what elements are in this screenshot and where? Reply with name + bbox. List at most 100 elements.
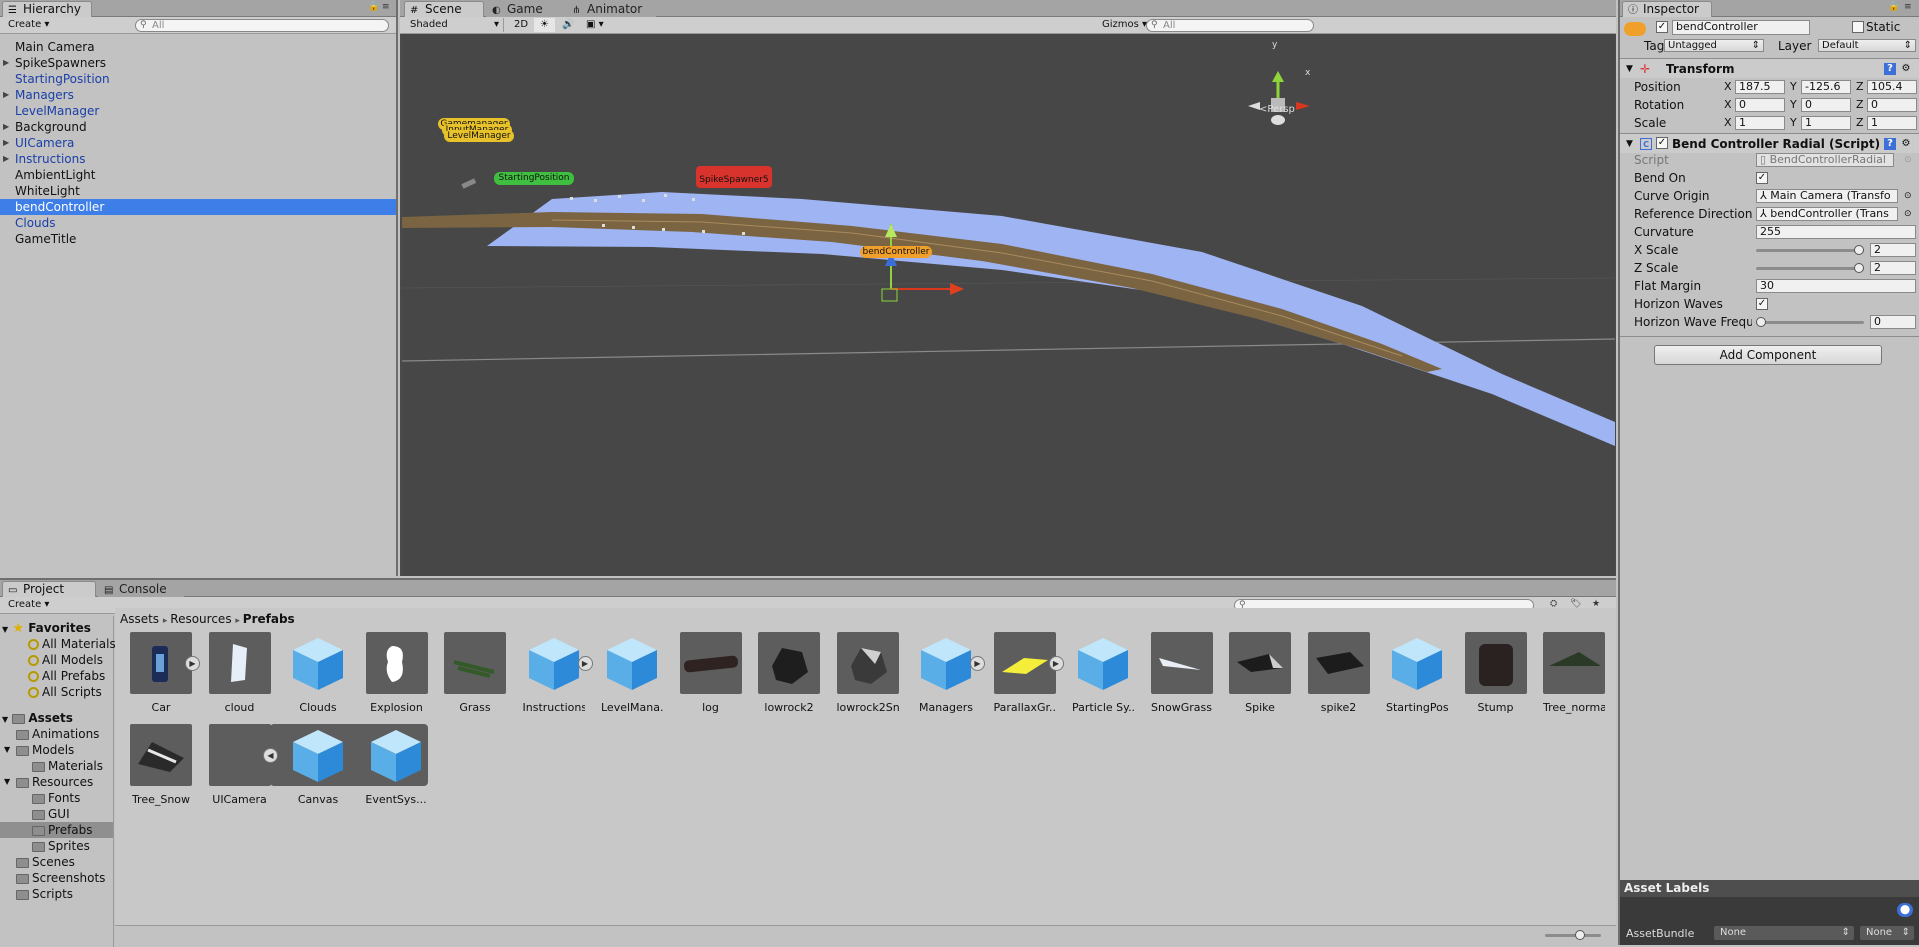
expand-arrow-icon[interactable]: ▶ (3, 151, 9, 167)
rotation-x-field[interactable]: 0 (1735, 98, 1785, 112)
lock-icon[interactable]: 🔒 (368, 2, 379, 12)
xscale-slider-knob[interactable] (1854, 245, 1864, 255)
tab-scene[interactable]: # Scene (404, 1, 484, 17)
breadcrumb-resources[interactable]: Resources (170, 612, 231, 626)
asset-item[interactable]: UICamera (208, 724, 271, 806)
expand-arrow-icon[interactable]: ▶ (3, 55, 9, 71)
gear-icon[interactable]: ⚙ (1900, 63, 1912, 75)
hierarchy-item[interactable]: StartingPosition (0, 71, 396, 87)
scene-viewport[interactable]: Gamemanager InputManager LevelManager St… (402, 34, 1615, 576)
favorite-item[interactable]: All Models (28, 652, 103, 668)
scale-z-field[interactable]: 1 (1867, 116, 1917, 130)
tab-animator[interactable]: ⋔ Animator (566, 1, 656, 17)
gizmos-dropdown[interactable]: Gizmos ▾ (1096, 18, 1153, 32)
position-x-field[interactable]: 187.5 (1735, 80, 1785, 94)
lighting-toggle-icon[interactable]: ☀ (534, 18, 555, 32)
asset-item[interactable]: LevelMana... (601, 632, 663, 714)
asset-item[interactable]: cloud (208, 632, 271, 714)
breadcrumb-assets[interactable]: Assets (120, 612, 159, 626)
asset-item[interactable]: ParallaxGr... (993, 632, 1056, 714)
asset-item[interactable]: Tree_Snow (130, 724, 192, 806)
horizon-waves-checkbox[interactable]: ✓ (1756, 298, 1768, 310)
asset-item[interactable]: spike2 (1307, 632, 1370, 714)
asset-item[interactable]: Spike (1229, 632, 1291, 714)
asset-item[interactable]: Grass (444, 632, 506, 714)
hierarchy-item[interactable]: AmbientLight (0, 167, 396, 183)
hierarchy-item[interactable]: ▶ Instructions (0, 151, 396, 167)
flat-margin-field[interactable]: 30 (1756, 279, 1916, 293)
tag-dropdown[interactable]: Untagged ⇕ (1664, 39, 1764, 52)
asset-item[interactable]: Explosion (365, 632, 428, 714)
expand-prefab-icon[interactable]: ▶ (185, 656, 200, 671)
hierarchy-item[interactable]: ▶ Managers (0, 87, 396, 103)
asset-item[interactable]: Canvas (287, 724, 349, 806)
position-z-field[interactable]: 105.4 (1867, 80, 1917, 94)
assets-root[interactable]: ▼ Assets (2, 710, 73, 726)
folder-item[interactable]: Prefabs (0, 822, 113, 838)
foldout-arrow-icon[interactable]: ▼ (4, 774, 10, 790)
asset-bundle-dropdown[interactable]: None ⇕ (1714, 926, 1854, 940)
folder-item[interactable]: ▼ Models (0, 742, 113, 758)
tab-inspector[interactable]: ⓘ Inspector (1622, 1, 1712, 17)
folder-item[interactable]: Scenes (0, 854, 113, 870)
asset-item[interactable]: Clouds (287, 632, 349, 714)
expand-arrow-icon[interactable]: ▶ (3, 87, 9, 103)
tag-icon[interactable]: ⬤ (1897, 903, 1913, 917)
reference-direction-field[interactable]: ⅄ bendController (Trans (1756, 207, 1898, 221)
lock-icon[interactable]: 🔒 (1888, 2, 1899, 12)
create-dropdown[interactable]: Create ▾ (2, 18, 55, 32)
create-dropdown[interactable]: Create ▾ (2, 598, 55, 612)
persp-toggle[interactable]: <Persp (1259, 104, 1295, 115)
layer-dropdown[interactable]: Default ⇕ (1818, 39, 1916, 52)
tab-project[interactable]: ▭ Project (2, 581, 96, 597)
panel-menu-icon[interactable]: ≡ (1904, 2, 1912, 12)
curve-origin-field[interactable]: ⅄ Main Camera (Transfo (1756, 189, 1898, 203)
favorite-item[interactable]: All Materials (28, 636, 116, 652)
shading-dropdown[interactable]: Shaded ▾ (404, 18, 504, 32)
xscale-slider[interactable] (1756, 245, 1864, 255)
object-name-field[interactable]: bendController (1672, 20, 1810, 35)
scale-x-field[interactable]: 1 (1735, 116, 1785, 130)
bend-controller-header[interactable]: ▼ C ✓ Bend Controller Radial (Script) ? … (1620, 133, 1919, 153)
object-picker-icon[interactable]: ⊙ (1904, 187, 1912, 205)
breadcrumb-prefabs[interactable]: Prefabs (243, 612, 295, 626)
bendcontroller-label[interactable]: bendController (860, 246, 932, 258)
zscale-slider[interactable] (1756, 263, 1864, 273)
folder-item[interactable]: Materials (0, 758, 113, 774)
rotation-y-field[interactable]: 0 (1801, 98, 1851, 112)
help-icon[interactable]: ? (1884, 63, 1896, 75)
transform-header[interactable]: ▼ ✛ Transform ? ⚙ (1620, 58, 1919, 78)
zscale-slider-knob[interactable] (1854, 263, 1864, 273)
asset-item[interactable]: Car (130, 632, 192, 714)
asset-bundle-variant-dropdown[interactable]: None ⇕ (1860, 926, 1914, 940)
hierarchy-item[interactable]: LevelManager (0, 103, 396, 119)
expand-arrow-icon[interactable]: ▶ (3, 119, 9, 135)
scene-search-input[interactable]: ⚲ All (1146, 19, 1314, 32)
effects-dropdown-icon[interactable]: ▣ ▾ (580, 18, 610, 32)
foldout-arrow-icon[interactable]: ▼ (4, 742, 10, 758)
asset-item[interactable]: SnowGrass (1150, 632, 1213, 714)
hierarchy-item[interactable]: Main Camera (0, 39, 396, 55)
expand-arrow-icon[interactable]: ▶ (3, 135, 9, 151)
component-enabled-checkbox[interactable]: ✓ (1656, 137, 1668, 149)
folder-item[interactable]: Sprites (0, 838, 113, 854)
asset-item[interactable]: StartingPos... (1386, 632, 1448, 714)
scale-y-field[interactable]: 1 (1801, 116, 1851, 130)
icon-size-slider-knob[interactable] (1575, 930, 1585, 940)
folder-item[interactable]: Scripts (0, 886, 113, 902)
hierarchy-item[interactable]: bendController (0, 199, 396, 215)
asset-item[interactable]: Instructions (523, 632, 585, 714)
collapse-prefab-icon[interactable]: ◀ (263, 748, 278, 763)
expand-prefab-icon[interactable]: ▶ (970, 656, 985, 671)
folder-item[interactable]: Fonts (0, 790, 113, 806)
tab-game[interactable]: ◐ Game (486, 1, 566, 17)
folder-item[interactable]: Screenshots (0, 870, 113, 886)
favorite-item[interactable]: All Scripts (28, 684, 102, 700)
tab-console[interactable]: ▤ Console (98, 581, 184, 597)
horizon-freq-field[interactable]: 0 (1870, 315, 1916, 329)
favorites-header[interactable]: ▼ ★ Favorites (2, 620, 91, 636)
mode-2d-button[interactable]: 2D (508, 18, 534, 32)
help-icon[interactable]: ? (1884, 138, 1896, 150)
folder-item[interactable]: ▼ Resources (0, 774, 113, 790)
hierarchy-item[interactable]: GameTitle (0, 231, 396, 247)
